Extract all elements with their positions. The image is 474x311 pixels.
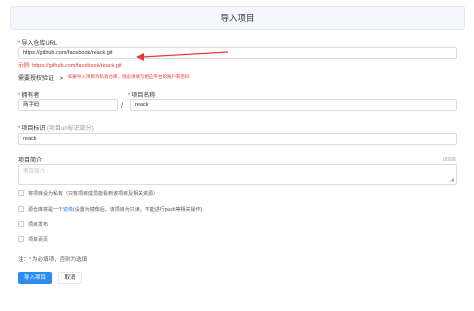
repo-url-example-prefix: 示例: [18, 63, 31, 69]
project-id-label: *项目标识 (项目url标识部分) [18, 126, 94, 132]
project-name-input[interactable]: reack [130, 99, 457, 111]
import-button[interactable]: 导入项目 [18, 272, 52, 284]
footnote-prefix: 注： [18, 257, 30, 263]
owner-select[interactable]: 商字码 [18, 99, 118, 111]
repo-url-example: 示例: https://github.com/facebook/reack.gi… [18, 61, 122, 69]
resize-grip-icon[interactable]: ◢ [450, 177, 454, 183]
footnote-star: * [29, 257, 32, 263]
auth-toggle[interactable]: 需要授权验证 > [18, 73, 63, 82]
project-id-hint: (项目url标识部分) [47, 126, 94, 132]
publish-checkbox[interactable] [18, 221, 24, 227]
footnote-text: 为必填项，否则为选填 [32, 257, 88, 263]
mirror-text-before: 源仓库将是一个 [28, 207, 64, 213]
path-separator: / [121, 101, 124, 110]
cancel-button[interactable]: 取消 [58, 272, 82, 284]
owner-label: *拥有者 [18, 93, 40, 99]
repo-url-example-link: https://github.com/facebook/reack.git [32, 63, 122, 69]
chevron-right-icon: > [59, 76, 64, 82]
private-checkbox[interactable] [18, 190, 24, 196]
project-id-label-text: 项目标识 [21, 126, 46, 132]
dialog-title: 导入项目 [10, 6, 465, 30]
repo-url-input[interactable]: https://github.com/facebook/reack.git [18, 47, 457, 59]
publish-option-label: 项目发布 [28, 222, 49, 228]
mirror-text-after: (设置为镜像后，该项目为只读，不能进行push等相关操作) [73, 207, 203, 213]
footnote: 注：*为必填项，否则为选填 [18, 255, 87, 263]
repo-url-label: *导入仓库URL [18, 41, 58, 47]
description-label: 项目简介 [18, 158, 43, 164]
auth-note: 如果导入项目为私有仓库，则必须填写相应平台的账户和密码 [68, 74, 190, 79]
mirror-option-label: 源仓库将是一个镜像(设置为镜像后，该项目为只读，不能进行push等相关操作) [28, 206, 202, 213]
project-name-label: *项目名称 [128, 93, 156, 99]
mirror-checkbox[interactable] [18, 206, 24, 212]
mirror-link[interactable]: 镜像 [63, 207, 73, 213]
description-counter: 0/200 [443, 157, 456, 163]
description-textarea[interactable]: 项目简介 ◢ [18, 164, 457, 185]
annotation-arrow [136, 51, 229, 61]
private-option-label: 将项目设为私有（只有项目成员能看到该项目及相关资源） [28, 191, 159, 197]
description-placeholder: 项目简介 [23, 169, 46, 175]
homepage-checkbox[interactable] [18, 236, 24, 242]
project-id-input[interactable]: reack [18, 133, 457, 145]
auth-toggle-label: 需要授权验证 [18, 76, 55, 82]
homepage-option-label: 项目百页 [28, 237, 49, 243]
